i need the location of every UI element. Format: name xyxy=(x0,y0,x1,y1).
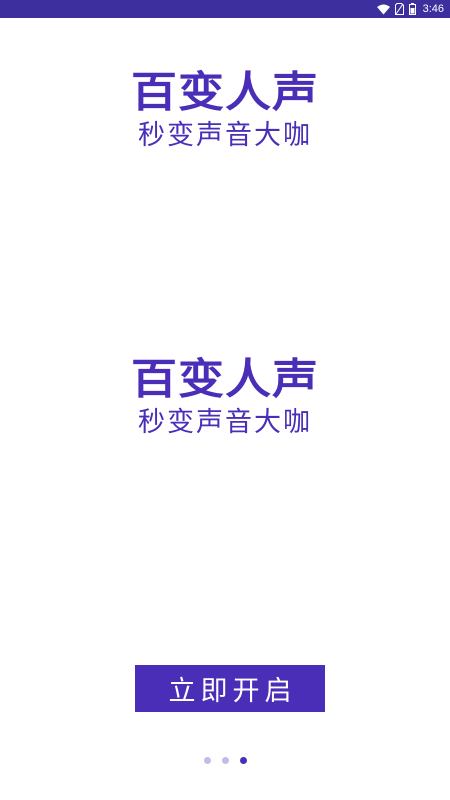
status-bar: 3:46 xyxy=(0,0,450,18)
page-dot[interactable] xyxy=(203,757,211,764)
wifi-icon xyxy=(376,4,390,15)
page-dot[interactable] xyxy=(221,757,229,764)
status-time: 3:46 xyxy=(422,3,444,15)
page-indicator xyxy=(0,757,450,764)
brand-title: 百变人声 xyxy=(131,354,319,404)
brand-slogan: 秒变声音大咖 xyxy=(138,120,312,151)
battery-icon xyxy=(408,3,416,15)
status-icons: 3:46 xyxy=(376,0,444,18)
brand-slogan: 秒变声音大咖 xyxy=(138,407,312,438)
brand-title: 百变人声 xyxy=(131,67,319,117)
brand-logo-middle: 百变人声 秒变声音大咖 xyxy=(0,353,450,439)
no-sim-icon xyxy=(394,3,404,15)
brand-logo-top: 百变人声 秒变声音大咖 xyxy=(0,66,450,152)
page-dot-active[interactable] xyxy=(239,757,247,764)
start-button[interactable]: 立即开启 xyxy=(135,665,325,712)
